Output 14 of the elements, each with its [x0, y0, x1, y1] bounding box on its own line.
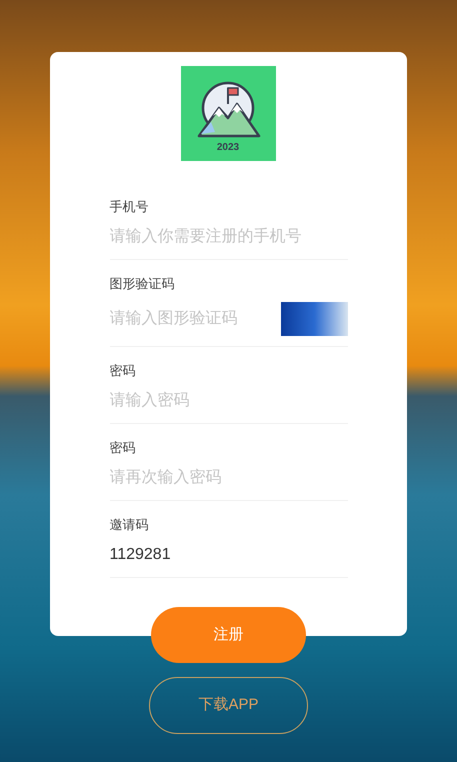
input-field[interactable]: 请输入图形验证码: [110, 307, 280, 331]
field-label: 图形验证码: [110, 275, 176, 293]
input-field[interactable]: 请输入密码: [110, 389, 348, 413]
input-field[interactable]: 请再次输入密码: [110, 466, 348, 490]
field-label: 密码: [110, 439, 136, 457]
mountain-flag-logo: 2023: [181, 66, 276, 161]
input-field[interactable]: 1129281: [110, 543, 348, 567]
field-label: 密码: [110, 362, 136, 380]
captcha-image[interactable]: [280, 302, 348, 336]
register-button[interactable]: 注册: [151, 607, 306, 663]
download-app-button[interactable]: 下载APP: [149, 677, 308, 734]
input-field[interactable]: 请输入你需要注册的手机号: [110, 225, 348, 249]
field-label: 手机号: [110, 198, 150, 216]
field-label: 邀请码: [110, 516, 150, 534]
